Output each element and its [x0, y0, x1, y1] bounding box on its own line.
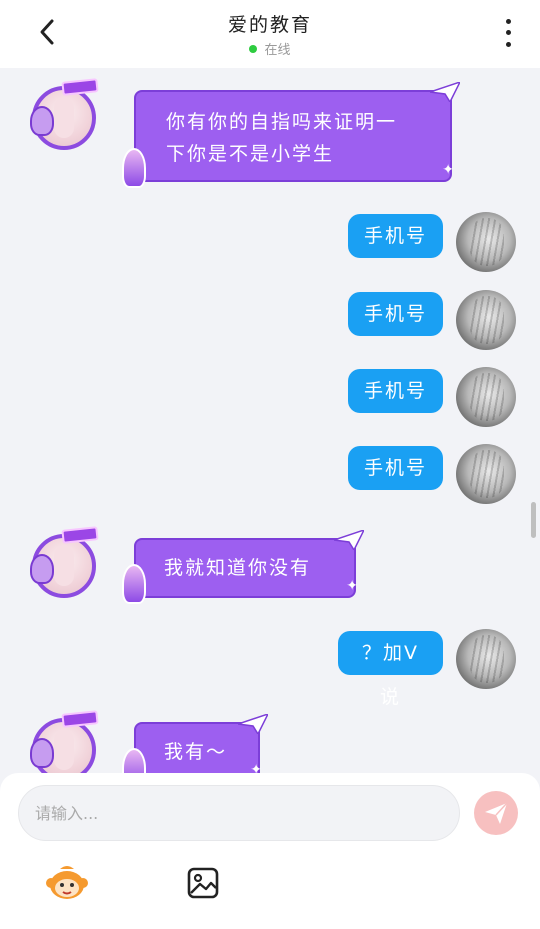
message-text: 我有～ [164, 741, 228, 763]
more-dot [505, 30, 511, 36]
user-avatar[interactable] [456, 290, 516, 350]
more-dot [505, 19, 511, 25]
avatar-decoration [30, 738, 54, 768]
message-bubble-left[interactable]: 我就知道你没有 ✦ [122, 530, 364, 604]
image-button[interactable] [182, 865, 224, 901]
image-icon [187, 867, 219, 899]
online-dot-icon [249, 44, 258, 53]
message-bubble-left[interactable]: 我有～ ✦ [122, 714, 268, 773]
more-button[interactable] [498, 16, 518, 50]
paper-plane-icon [238, 714, 268, 734]
sparkle-icon: ✦ [442, 162, 456, 178]
sparkle-icon: ✦ [250, 762, 264, 773]
avatar-badge [61, 526, 99, 544]
message-bubble-right[interactable]: ？加V说 [338, 631, 443, 708]
contact-avatar[interactable] [30, 78, 100, 156]
avatar-badge [61, 78, 99, 96]
message-text-line: 你有你的自指吗来证明一 [166, 111, 398, 133]
send-icon [485, 802, 508, 824]
message-input[interactable]: 请输入... [18, 785, 460, 841]
more-dot [505, 41, 511, 47]
message-text: 我就知道你没有 [164, 557, 312, 579]
chat-title: 爱的教育 [227, 14, 312, 36]
avatar-decoration [30, 554, 54, 584]
monkey-emoji-icon [46, 866, 88, 899]
message-list[interactable]: 你有你的自指吗来证明一 下你是不是小学生 ✦ 手机号 手机号 手机号 手机号 我… [0, 68, 540, 773]
user-avatar[interactable] [456, 629, 516, 689]
sparkle-icon: ✦ [346, 578, 360, 594]
user-avatar[interactable] [456, 444, 516, 504]
contact-avatar[interactable] [30, 526, 100, 604]
user-avatar[interactable] [456, 367, 516, 427]
message-bubble-right[interactable]: 手机号 [348, 292, 443, 336]
emoji-button[interactable] [46, 865, 88, 901]
message-bubble-right[interactable]: 手机号 [348, 214, 443, 258]
avatar-decoration [30, 106, 54, 136]
online-status: 在线 [0, 39, 540, 58]
title-area: 爱的教育 在线 [0, 10, 540, 58]
composer: 请输入... [0, 773, 540, 929]
bubble-decoration [122, 748, 146, 773]
send-button[interactable] [474, 791, 518, 835]
contact-avatar[interactable] [30, 710, 100, 773]
bubble-decoration [122, 564, 146, 604]
bubble-decoration [122, 148, 146, 188]
message-text-line: 下你是不是小学生 [166, 143, 335, 165]
avatar-badge [61, 710, 99, 728]
user-avatar[interactable] [456, 212, 516, 272]
message-bubble-right[interactable]: 手机号 [348, 369, 443, 413]
paper-plane-icon [430, 82, 460, 102]
message-bubble-left[interactable]: 你有你的自指吗来证明一 下你是不是小学生 ✦ [122, 82, 460, 188]
online-status-label: 在线 [264, 43, 291, 58]
paper-plane-icon [334, 530, 364, 550]
scrollbar[interactable] [531, 502, 536, 538]
message-bubble-right[interactable]: 手机号 [348, 446, 443, 490]
chat-header: 爱的教育 在线 [0, 0, 540, 68]
